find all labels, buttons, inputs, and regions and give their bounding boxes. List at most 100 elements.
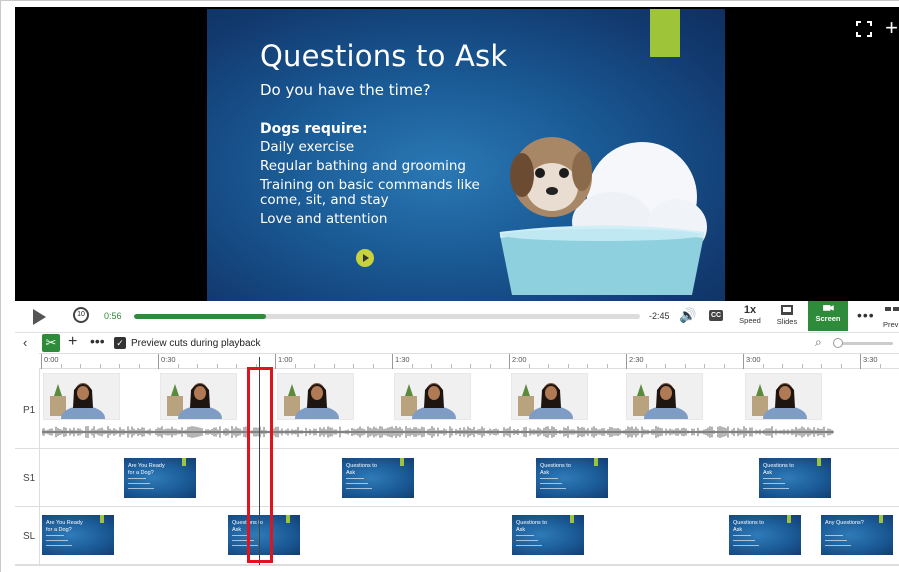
ruler-minor-tick [548,364,549,368]
ruler-minor-tick [762,364,764,368]
add-icon[interactable]: + [885,17,898,39]
ruler-minor-tick [840,364,842,368]
collapse-chevron-icon[interactable]: ‹ [23,335,27,350]
slide-thumbnail-title: Questions to Ask [763,463,794,476]
speed-value: 1x [743,304,757,316]
ruler-tick-label: 0:00 [44,355,59,364]
slide-play-icon[interactable] [356,249,374,267]
play-button[interactable] [33,309,46,325]
p1-track-area[interactable] [39,369,899,448]
slide-thumbnail[interactable]: Are You Ready for a Dog? [124,458,196,498]
slide-thumbnail-title: Are You Ready for a Dog? [46,520,83,533]
slides-caption: Slides [776,317,798,326]
speed-caption: Speed [739,316,761,325]
cut-scissors-icon[interactable]: ✂ [42,334,60,352]
slide-thumbnail[interactable]: Questions to Ask [512,515,584,555]
slide-thumbnail[interactable]: Are You Ready for a Dog? [42,515,114,555]
toolbar-more-icon[interactable]: ••• [90,333,105,349]
sl-track-area[interactable]: Are You Ready for a Dog? Questions to Ask… [39,507,899,564]
slide-thumbnail-accent [100,515,104,523]
slide-thumbnail[interactable]: Questions to Ask [536,458,608,498]
preview-icon [885,307,899,311]
current-time: 0:56 [104,311,122,321]
slide-bullet: Daily exercise [260,139,355,155]
ruler-minor-tick [704,364,705,368]
slide-thumbnail-line [540,478,558,479]
presenter-thumbnail [43,373,120,420]
slide-thumbnail-line [46,545,72,546]
dog-in-bath-image [499,137,707,295]
ruler-minor-tick [138,364,140,368]
preview-button[interactable]: Prev [883,305,899,329]
ruler-minor-tick [665,364,666,368]
slide-thumbnail-line [516,535,534,536]
slide-thumbnail-accent [817,458,821,466]
s1-track-area[interactable]: Are You Ready for a Dog? Questions to Ask… [39,449,899,506]
timeline-scrollbar[interactable] [15,565,899,572]
slide-thumbnail-title: Questions to Ask [516,520,547,533]
slide-thumbnail-accent [879,515,883,523]
presenter-thumbnail [511,373,588,420]
ruler-minor-tick [879,364,881,368]
track-label-s1: S1 [23,473,36,484]
slide-bullet: Love and attention [260,211,388,227]
speed-button[interactable]: 1x Speed [733,304,767,330]
ruler-minor-tick [645,364,647,368]
slide-thumbnail-line [128,478,146,479]
ruler-minor-tick [684,364,686,368]
fullscreen-icon[interactable] [856,21,872,37]
slide-thumbnail-title: Are You Ready for a Dog? [128,463,165,476]
rewind-10-icon[interactable]: 10 [73,307,89,323]
slide-thumbnail[interactable]: Questions to Ask [759,458,831,498]
ruler-minor-tick [333,364,335,368]
ruler-minor-tick [782,364,783,368]
slide-thumbnail[interactable]: Questions to Ask [342,458,414,498]
timeline-ruler[interactable]: 0:00 0:30 1:00 1:30 2:00 2:30 3:00 3:30 [39,353,899,369]
ruler-minor-tick [177,364,179,368]
ruler-tick-label: 1:30 [395,355,410,364]
ruler-minor-tick [450,364,452,368]
slide-thumbnail-title: Questions to Ask [733,520,764,533]
zoom-slider-handle[interactable] [833,338,843,348]
slide-thumbnail-line [346,488,372,489]
slide-thumbnail-line [825,535,843,536]
screen-button[interactable]: Screen [808,301,848,331]
slide-preview: Questions to Ask Do you have the time? D… [207,9,725,301]
preview-cuts-checkbox[interactable]: ✓ [114,337,126,349]
volume-icon[interactable]: 🔊 [679,307,696,324]
ruler-minor-tick [119,364,120,368]
insert-plus-icon[interactable]: + [68,333,77,351]
zoom-icon: ⌕ [815,335,822,349]
slide-thumbnail-accent [787,515,791,523]
slide-thumbnail-line [46,535,64,536]
video-preview[interactable]: Questions to Ask Do you have the time? D… [15,7,899,301]
slide-thumbnail-line [128,483,150,484]
slide-thumbnail-line [763,483,785,484]
slide-thumbnail-line [733,540,755,541]
screen-caption: Screen [815,314,841,323]
ruler-tick-label: 0:30 [161,355,176,364]
slide-thumbnail[interactable]: Questions to Ask [729,515,801,555]
slide-thumbnail[interactable]: Any Questions? [821,515,893,555]
seek-bar[interactable] [134,314,640,319]
slide-accent-bar [650,9,680,57]
slide-thumbnail-line [128,488,154,489]
slide-thumbnail-accent [570,515,574,523]
slide-thumbnail-line [540,488,566,489]
ruler-tick: 0:30 [158,354,176,369]
ruler-tick-label: 2:00 [512,355,527,364]
closed-captions-button[interactable]: CC [709,310,723,321]
slide-thumbnail-accent [286,515,290,523]
ruler-tick: 3:30 [860,354,878,369]
ruler-tick-label: 2:30 [629,355,644,364]
more-options-icon[interactable]: ••• [857,307,875,323]
presenter-thumbnail [277,373,354,420]
ruler-minor-tick [80,364,81,368]
slides-icon [781,305,793,315]
seek-bar-progress [134,314,266,319]
ruler-minor-tick [489,364,491,368]
slide-thumbnail-line [346,483,368,484]
track-sl: SL Are You Ready for a Dog? Questions to … [15,507,899,565]
slide-thumbnail-line [516,540,538,541]
slides-button[interactable]: Slides [770,304,804,330]
